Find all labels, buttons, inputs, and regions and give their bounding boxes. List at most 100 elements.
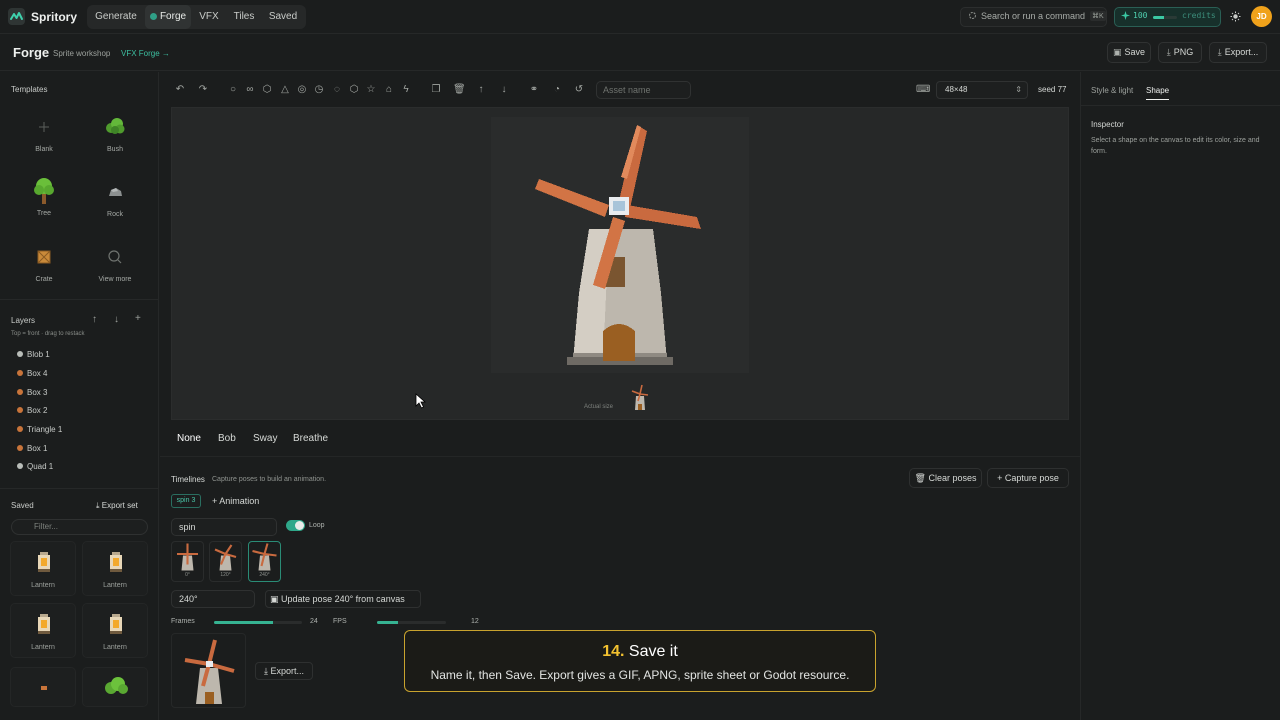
add-layer-icon[interactable]: + <box>135 313 141 324</box>
star-tool-icon[interactable]: ☆ <box>365 84 377 96</box>
fps-slider[interactable] <box>377 621 446 624</box>
frame-thumb[interactable]: 240° <box>248 541 281 582</box>
loop-toggle[interactable] <box>286 520 305 531</box>
saved-item[interactable]: Lantern <box>82 603 148 658</box>
duplicate-icon[interactable]: ❐ <box>430 84 442 96</box>
motion-tab-breathe[interactable]: Breathe <box>287 432 334 446</box>
move-layer-down-icon[interactable]: ↓ <box>114 314 119 325</box>
layer-color-dot <box>17 407 23 413</box>
search-shortcut: ⌘K <box>1090 11 1106 21</box>
nav-tab-saved[interactable]: Saved <box>265 5 301 29</box>
save-button[interactable]: ▣ Save <box>1107 42 1151 63</box>
layer-item[interactable]: Box 4 <box>17 369 47 378</box>
capture-pose-button[interactable]: + Capture pose <box>987 468 1069 488</box>
tab-shape[interactable]: Shape <box>1146 86 1170 100</box>
circle-tool-icon[interactable]: ○ <box>227 84 239 96</box>
bolt-tool-icon[interactable]: ϟ <box>400 84 412 96</box>
timelines-subtitle: Capture poses to build an animation. <box>212 476 327 483</box>
bell-tool-icon[interactable]: ⌂ <box>383 84 395 96</box>
sprite-icon <box>41 686 47 690</box>
template-bush[interactable]: Bush <box>80 114 150 153</box>
palette-icon[interactable]: ⚭ <box>528 84 540 96</box>
actual-size-label: Actual size <box>584 404 614 410</box>
avatar[interactable]: JD <box>1251 6 1272 27</box>
clear-poses-button[interactable]: 🗑 Clear poses <box>909 468 982 488</box>
tab-style-light[interactable]: Style & light <box>1091 86 1133 99</box>
history-icon[interactable]: ◔ <box>551 84 563 96</box>
saved-item[interactable]: Lantern <box>82 541 148 596</box>
timelines-title: Timelines <box>171 475 205 484</box>
layer-item[interactable]: Box 3 <box>17 388 47 397</box>
frame-thumb[interactable]: 0° <box>171 541 204 582</box>
export-set-button[interactable]: ⤓ Export set <box>96 501 138 511</box>
hexagon-tool-icon[interactable]: ⬡ <box>348 84 360 96</box>
animation-name-input[interactable]: spin <box>171 518 277 536</box>
export-button[interactable]: ⤓ Export... <box>1209 42 1267 63</box>
inspector-panel <box>1080 72 1280 720</box>
saved-item[interactable] <box>10 667 76 707</box>
seed-value[interactable]: seed 77 <box>1038 85 1066 94</box>
layer-item[interactable]: Box 1 <box>17 444 47 453</box>
nav-tab-vfx[interactable]: VFX <box>195 5 223 29</box>
target-tool-icon[interactable]: ◎ <box>296 84 308 96</box>
theme-toggle-icon[interactable] <box>1230 11 1241 22</box>
camera-icon: ▣ <box>270 594 279 604</box>
fps-label: FPS <box>333 618 347 625</box>
png-button[interactable]: ⤓ PNG <box>1158 42 1202 63</box>
asset-name-input[interactable]: Asset name <box>596 81 691 99</box>
drop-tool-icon[interactable]: ◌ <box>331 84 343 96</box>
trash-icon[interactable]: 🗑 <box>453 84 466 96</box>
lantern-icon <box>38 552 50 572</box>
update-pose-button[interactable]: ▣ Update pose 240° from canvas <box>265 590 421 608</box>
saved-item[interactable]: Lantern <box>10 541 76 596</box>
template-crate[interactable]: Crate <box>9 244 79 283</box>
canvas-size-select[interactable]: 48×48 ⇕ <box>936 81 1028 99</box>
template-blank[interactable]: Blank <box>9 114 79 153</box>
export-icon: ⤓ <box>1217 47 1222 57</box>
keyboard-icon[interactable]: ⌨ <box>916 84 930 96</box>
logo-icon[interactable] <box>8 8 25 25</box>
template-rock[interactable]: Rock <box>80 179 150 218</box>
trash-icon: 🗑 <box>914 473 926 483</box>
vfx-forge-link[interactable]: VFX Forge → <box>121 49 170 58</box>
saved-item[interactable] <box>82 667 148 707</box>
redo-icon[interactable]: ↷ <box>197 84 209 96</box>
tree-icon <box>31 176 57 206</box>
add-animation-button[interactable]: + Animation <box>212 496 259 506</box>
reset-icon[interactable]: ↺ <box>573 84 585 96</box>
undo-icon[interactable]: ↶ <box>174 84 186 96</box>
saved-item[interactable]: Lantern <box>10 603 76 658</box>
layer-item[interactable]: Box 2 <box>17 406 47 415</box>
page-subtitle: Sprite workshop <box>53 49 111 58</box>
frames-slider[interactable] <box>214 621 302 624</box>
dial-tool-icon[interactable]: ◷ <box>313 84 325 96</box>
motion-tab-sway[interactable]: Sway <box>247 432 283 446</box>
frame-thumb[interactable]: 120° <box>209 541 242 582</box>
animation-chip[interactable]: spin 3 <box>171 494 201 508</box>
move-layer-up-icon[interactable]: ↑ <box>92 314 97 325</box>
link-tool-icon[interactable]: ∞ <box>244 84 256 96</box>
divider <box>1080 105 1280 106</box>
layer-item[interactable]: Blob 1 <box>17 350 50 359</box>
bring-forward-icon[interactable]: ↑ <box>475 84 487 96</box>
export-animation-button[interactable]: ⤓ Export... <box>255 662 313 680</box>
pose-angle-input[interactable]: 240° <box>171 590 255 608</box>
template-view-more[interactable]: View more <box>80 244 150 283</box>
nav-tab-forge[interactable]: Forge <box>145 5 191 29</box>
motion-tab-bob[interactable]: Bob <box>212 432 242 446</box>
credits-amount: 100 <box>1133 11 1148 20</box>
nav-tab-tiles[interactable]: Tiles <box>229 5 259 29</box>
send-backward-icon[interactable]: ↓ <box>498 84 510 96</box>
app-name[interactable]: Spritory <box>31 10 77 24</box>
pixel-grid[interactable] <box>491 117 749 373</box>
template-tree[interactable]: Tree <box>9 176 79 217</box>
motion-tab-none[interactable]: None <box>171 432 207 446</box>
layer-item[interactable]: Quad 1 <box>17 462 53 471</box>
fps-value: 12 <box>471 618 479 625</box>
cube-tool-icon[interactable]: ⬡ <box>261 84 273 96</box>
nav-tab-generate[interactable]: Generate <box>91 5 141 29</box>
saved-filter-input[interactable]: Filter... <box>11 519 148 535</box>
bush-icon <box>105 677 128 694</box>
triangle-tool-icon[interactable]: △ <box>279 84 291 96</box>
layer-item[interactable]: Triangle 1 <box>17 425 62 434</box>
